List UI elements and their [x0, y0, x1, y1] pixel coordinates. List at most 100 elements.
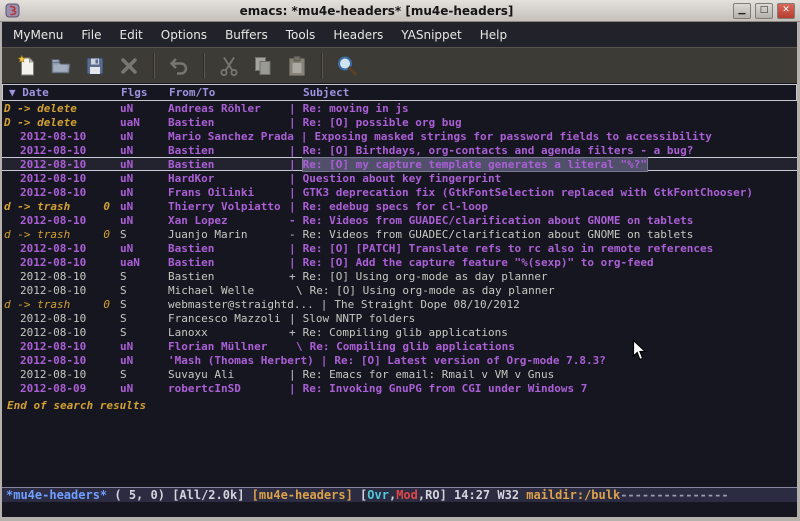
- message-row[interactable]: 2012-08-10SLanoxx+Re: Compiling glib app…: [2, 325, 797, 339]
- message-flags: uaN: [120, 256, 168, 269]
- message-row[interactable]: 2012-08-10uNXan Lopez-Re: Videos from GU…: [2, 213, 797, 227]
- column-header-subject[interactable]: Subject: [303, 86, 349, 99]
- column-header-date[interactable]: ▼ Date: [5, 86, 121, 99]
- message-subject: Re: Videos from GUADEC/clarification abo…: [303, 228, 694, 241]
- message-subject: Question about key fingerprint: [303, 172, 502, 185]
- message-row[interactable]: 2012-08-10uNMario Sanchez Prada|Exposing…: [2, 129, 797, 143]
- message-row[interactable]: 2012-08-10uNFrans Oilinki|GTK3 deprecati…: [2, 185, 797, 199]
- message-flags: uN: [120, 144, 168, 157]
- message-row[interactable]: 2012-08-10SFrancesco Mazzoli|Slow NNTP f…: [2, 311, 797, 325]
- cut-icon[interactable]: [212, 51, 246, 81]
- menu-item-headers[interactable]: Headers: [324, 24, 392, 46]
- menu-item-mymenu[interactable]: MyMenu: [4, 24, 72, 46]
- message-flags: S: [120, 284, 168, 297]
- menu-item-yasnippet[interactable]: YASnippet: [392, 24, 471, 46]
- mu4e-headers-buffer[interactable]: ▼ Date Flgs From/To Subject D -> deleteu…: [2, 84, 797, 487]
- message-date: 2012-08-10: [4, 326, 120, 339]
- message-from: Florian Müllner: [168, 340, 282, 353]
- message-from: Suvayu Ali: [168, 368, 282, 381]
- message-flags: uN: [120, 382, 168, 395]
- message-row[interactable]: D -> deleteuaNBastien|Re: [O] possible o…: [2, 115, 797, 129]
- thread-separator: |: [289, 144, 296, 157]
- message-subject: Re: [O] my capture template generates a …: [303, 158, 647, 171]
- message-row[interactable]: 2012-08-09uNrobertcInSD|Re: Invoking Gnu…: [2, 381, 797, 395]
- message-row[interactable]: d -> trash 0SJuanjo Marin-Re: Videos fro…: [2, 227, 797, 241]
- menu-item-file[interactable]: File: [72, 24, 110, 46]
- menu-item-edit[interactable]: Edit: [111, 24, 152, 46]
- message-subject: Re: edebug specs for cl-loop: [303, 200, 488, 213]
- minimize-button[interactable]: ▁: [733, 3, 751, 19]
- message-flags: uN: [120, 130, 168, 143]
- message-flags: uN: [120, 158, 168, 171]
- message-flags: S: [120, 228, 168, 241]
- message-from: HardKor: [168, 172, 282, 185]
- titlebar[interactable]: emacs: *mu4e-headers* [mu4e-headers] ▁ □…: [0, 0, 800, 22]
- message-row[interactable]: 2012-08-10uNHardKor|Question about key f…: [2, 171, 797, 185]
- open-file-icon[interactable]: [44, 51, 78, 81]
- message-row[interactable]: 2012-08-10SBastien+Re: [O] Using org-mod…: [2, 269, 797, 283]
- modeline-segment: ,RO]: [418, 488, 454, 502]
- paste-icon[interactable]: [280, 51, 314, 81]
- message-row[interactable]: D -> deleteuNAndreas Röhler|Re: moving i…: [2, 101, 797, 115]
- message-from: Mario Sanchez Prada: [168, 130, 294, 143]
- message-mark: d -> trash 0: [4, 228, 120, 241]
- message-from: Bastien: [168, 270, 282, 283]
- message-date: 2012-08-10: [4, 214, 120, 227]
- search-icon[interactable]: [330, 51, 364, 81]
- echo-area[interactable]: [2, 502, 797, 517]
- maximize-button[interactable]: □: [755, 3, 773, 19]
- new-file-icon[interactable]: [10, 51, 44, 81]
- message-flags: uaN: [120, 116, 168, 129]
- message-from: Lanoxx: [168, 326, 282, 339]
- message-subject: Re: [O] Add the capture feature "%(sexp)…: [303, 256, 654, 269]
- menubar: MyMenuFileEditOptionsBuffersToolsHeaders…: [2, 22, 797, 47]
- modeline-segment: 14:27: [454, 488, 497, 502]
- message-list: D -> deleteuNAndreas Röhler|Re: moving i…: [2, 101, 797, 395]
- message-row[interactable]: 2012-08-10uNBastien|Re: [O] my capture t…: [2, 157, 797, 171]
- message-subject: Re: Emacs for email: Rmail v VM v Gnus: [303, 368, 555, 381]
- menu-item-help[interactable]: Help: [471, 24, 516, 46]
- message-from: 'Mash (Thomas Herbert): [168, 354, 314, 367]
- message-row[interactable]: 2012-08-10uN'Mash (Thomas Herbert)|Re: […: [2, 353, 797, 367]
- window-content: MyMenuFileEditOptionsBuffersToolsHeaders…: [0, 22, 800, 521]
- message-row[interactable]: 2012-08-10uNBastien|Re: [O] Birthdays, o…: [2, 143, 797, 157]
- undo-icon[interactable]: [162, 51, 196, 81]
- message-subject: Re: [O] Birthdays, org-contacts and agen…: [303, 144, 694, 157]
- thread-separator: |: [289, 102, 296, 115]
- message-date: 2012-08-10: [4, 144, 120, 157]
- header-line: ▼ Date Flgs From/To Subject: [2, 84, 797, 101]
- column-header-from[interactable]: From/To: [169, 86, 283, 99]
- thread-separator: |: [289, 368, 296, 381]
- thread-separator: |: [321, 354, 328, 367]
- menu-item-options[interactable]: Options: [152, 24, 216, 46]
- message-subject: Re: Invoking GnuPG from CGI under Window…: [303, 382, 588, 395]
- column-header-flags[interactable]: Flgs: [121, 86, 169, 99]
- message-mark: D -> delete: [4, 102, 120, 115]
- message-from: Michael Welle: [168, 284, 282, 297]
- modeline-segment: *mu4e-headers*: [6, 488, 107, 502]
- menu-item-buffers[interactable]: Buffers: [216, 24, 277, 46]
- message-row[interactable]: d -> trash 0Swebmaster@straightd...|The …: [2, 297, 797, 311]
- message-date: 2012-08-10: [4, 270, 120, 283]
- message-row[interactable]: 2012-08-10uNFlorian Müllner\Re: Compilin…: [2, 339, 797, 353]
- message-row[interactable]: 2012-08-10uNBastien|Re: [O] [PATCH] Tran…: [2, 241, 797, 255]
- save-icon[interactable]: [78, 51, 112, 81]
- modeline: *mu4e-headers* ( 5, 0) [All/2.0k] [mu4e-…: [2, 487, 797, 502]
- message-flags: uN: [120, 200, 168, 213]
- message-flags: S: [120, 298, 168, 311]
- thread-separator: |: [289, 172, 296, 185]
- menu-item-tools[interactable]: Tools: [277, 24, 325, 46]
- message-row[interactable]: d -> trash 0uNThierry Volpiatto|Re: edeb…: [2, 199, 797, 213]
- message-row[interactable]: 2012-08-10SSuvayu Ali|Re: Emacs for emai…: [2, 367, 797, 381]
- close-buffer-icon[interactable]: [112, 51, 146, 81]
- message-subject: Re: Compiling glib applications: [303, 326, 508, 339]
- message-flags: uN: [120, 340, 168, 353]
- message-date: 2012-08-09: [4, 382, 120, 395]
- message-row[interactable]: 2012-08-10uaNBastien|Re: [O] Add the cap…: [2, 255, 797, 269]
- message-date: 2012-08-10: [4, 340, 120, 353]
- copy-icon[interactable]: [246, 51, 280, 81]
- close-button[interactable]: ✕: [777, 3, 795, 19]
- thread-separator: \: [296, 340, 303, 353]
- message-row[interactable]: 2012-08-10SMichael Welle\Re: [O] Using o…: [2, 283, 797, 297]
- thread-separator: +: [289, 326, 296, 339]
